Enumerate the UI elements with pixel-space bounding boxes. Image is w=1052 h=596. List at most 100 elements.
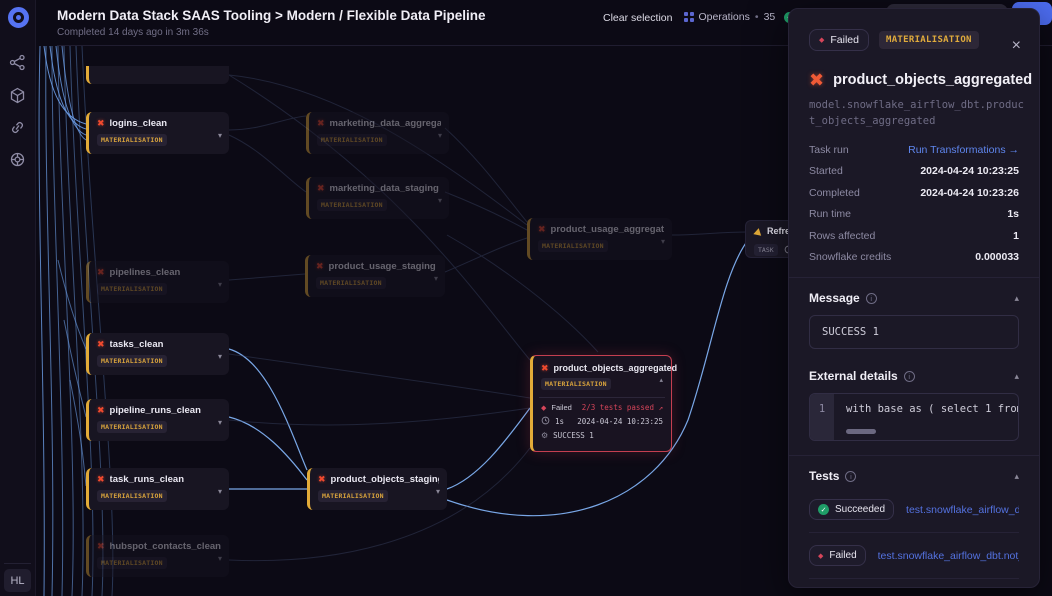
field-row: Rows affected 1 xyxy=(809,230,1019,242)
code-content: with base as ( select 1 from SNOWFLAKE xyxy=(834,394,1018,440)
dbt-icon: ✖ xyxy=(316,262,324,271)
test-status-badge: ✓ Succeeded xyxy=(809,499,894,520)
operations-label: Operations xyxy=(699,11,750,23)
message-heading: Message xyxy=(809,291,860,305)
chevron-down-icon[interactable]: ▾ xyxy=(438,196,442,205)
dbt-icon: ✖ xyxy=(97,542,105,551)
field-row: Run time 1s xyxy=(809,208,1019,220)
dag-node-product-usage-staging[interactable]: ✖ product_usage_staging ▾ MATERIALISATIO… xyxy=(305,255,445,297)
page-subtitle: Completed 14 days ago in 3m 36s xyxy=(57,27,209,38)
message-box: SUCCESS 1 xyxy=(809,315,1019,349)
chevron-down-icon[interactable]: ▾ xyxy=(661,237,665,246)
panel-divider xyxy=(789,277,1039,278)
tests-summary-link[interactable]: 2/3 tests passed ↗ xyxy=(582,403,663,412)
check-circle-icon: ✓ xyxy=(818,504,829,515)
help-lifebuoy-icon[interactable] xyxy=(9,151,27,169)
dbt-icon: ✖ xyxy=(538,225,546,234)
test-status-badge: ◆ Failed xyxy=(809,545,866,566)
model-path: model.snowflake_airflow_dbt.product_obje… xyxy=(809,97,1025,130)
clock-icon xyxy=(541,416,550,427)
tests-heading: Tests xyxy=(809,469,839,483)
dbt-icon: ✖ xyxy=(97,406,105,415)
dag-node-tasks-clean[interactable]: ✖ tasks_clean ▾ MATERIALISATION xyxy=(86,333,229,375)
dag-node-pipelines-clean[interactable]: ✖ pipelines_clean ▾ MATERIALISATION xyxy=(86,261,229,303)
failed-diamond-icon: ◆ xyxy=(819,36,824,44)
horizontal-scrollbar[interactable] xyxy=(846,429,876,434)
chevron-down-icon[interactable]: ▾ xyxy=(438,131,442,140)
dag-node-hubspot-contacts-clean[interactable]: ✖ hubspot_contacts_clean ▾ MATERIALISATI… xyxy=(86,535,229,577)
detail-panel: ◆ Failed MATERIALISATION × ✖ product_obj… xyxy=(788,8,1040,588)
clear-selection-button[interactable]: Clear selection xyxy=(603,12,672,24)
operations-filter[interactable]: Operations • 35 xyxy=(684,11,775,23)
task-run-link[interactable]: Run Transformations → xyxy=(908,144,1019,156)
chevron-down-icon[interactable]: ▾ xyxy=(218,131,222,140)
status-badge: ◆ Failed xyxy=(809,29,869,51)
chevron-down-icon[interactable]: ▾ xyxy=(434,274,438,283)
app-window: HL Modern Data Stack SAAS Tooling > Mode… xyxy=(0,0,1052,596)
dag-node-marketing-data-staging[interactable]: ✖ marketing_data_staging ▾ MATERIALISATI… xyxy=(306,177,449,219)
cube-icon[interactable] xyxy=(9,87,27,105)
collapse-icon[interactable]: ▴ xyxy=(1014,293,1019,304)
dbt-icon: ✖ xyxy=(97,119,105,128)
link-icon[interactable] xyxy=(9,119,27,137)
sidebar: HL xyxy=(0,0,36,596)
dag-node-pipeline-runs-clean[interactable]: ✖ pipeline_runs_clean ▾ MATERIALISATION xyxy=(86,399,229,441)
user-avatar[interactable]: HL xyxy=(4,569,31,592)
dbt-icon: ✖ xyxy=(318,475,326,484)
dbt-icon: ✖ xyxy=(809,71,824,89)
failed-diamond-icon: ◆ xyxy=(541,404,546,412)
gear-icon: ⚙ xyxy=(541,431,548,440)
chevron-down-icon[interactable]: ▾ xyxy=(218,554,222,563)
field-row: Completed 2024-04-24 10:23:26 xyxy=(809,187,1019,199)
dag-node-product-usage-aggregated[interactable]: ✖ product_usage_aggregated ▾ MATERIALISA… xyxy=(527,218,672,260)
collapse-icon[interactable]: ▴ xyxy=(1014,371,1019,382)
dbt-icon: ✖ xyxy=(97,475,105,484)
dag-node-product-objects-staging[interactable]: ✖ product_objects_staging ▾ MATERIALISAT… xyxy=(307,468,447,510)
panel-title: product_objects_aggregated xyxy=(833,72,1032,88)
dag-node-product-objects-aggregated-selected[interactable]: ✖ product_objects_aggregated ▴ MATERIALI… xyxy=(530,355,672,452)
page-title: Modern Data Stack SAAS Tooling > Modern … xyxy=(57,8,485,23)
materialisation-badge: MATERIALISATION xyxy=(879,31,979,49)
chevron-down-icon[interactable]: ▾ xyxy=(218,352,222,361)
dbt-icon: ✖ xyxy=(541,364,549,373)
failed-diamond-icon: ◆ xyxy=(818,552,823,560)
dag-node-marketing-data-aggregated[interactable]: ✖ marketing_data_aggregated ▾ MATERIALIS… xyxy=(306,112,449,154)
info-icon: i xyxy=(904,371,915,382)
sidebar-divider xyxy=(4,563,31,564)
node-divider xyxy=(539,397,665,398)
collapse-icon[interactable]: ▴ xyxy=(1014,471,1019,482)
test-link[interactable]: test.snowflake_airflow_dbt.not_null_pr xyxy=(878,550,1019,562)
app-logo-icon[interactable] xyxy=(8,7,29,28)
field-row: Task run Run Transformations → xyxy=(809,144,1019,156)
operations-count: 35 xyxy=(764,11,776,23)
code-block: 1 with base as ( select 1 from SNOWFLAKE xyxy=(809,393,1019,441)
dbt-icon: ✖ xyxy=(317,119,325,128)
task-icon xyxy=(753,227,762,236)
grid-icon xyxy=(684,12,694,22)
dbt-icon: ✖ xyxy=(97,268,105,277)
line-number: 1 xyxy=(810,394,834,440)
close-icon[interactable]: × xyxy=(1012,39,1021,53)
dbt-icon: ✖ xyxy=(97,340,105,349)
chevron-down-icon[interactable]: ▾ xyxy=(436,487,440,496)
test-row: ✓ Succeeded test.snowflake_airflow_dbt.u… xyxy=(809,487,1019,533)
collapse-icon[interactable]: ▴ xyxy=(659,376,663,384)
chevron-down-icon[interactable]: ▾ xyxy=(218,487,222,496)
external-details-heading: External details xyxy=(809,369,898,383)
field-row: Started 2024-04-24 10:23:25 xyxy=(809,165,1019,177)
dag-node-logins-clean[interactable]: ✖ logins_clean ▾ MATERIALISATION xyxy=(86,112,229,154)
test-row: ◆ Failed test.snowflake_airflow_dbt.not_… xyxy=(809,533,1019,579)
dot-separator: • xyxy=(755,11,759,23)
test-link[interactable]: test.snowflake_airflow_dbt.unique_pro xyxy=(906,504,1019,516)
info-icon: i xyxy=(866,293,877,304)
test-row: ✓ Succeeded test.snowflake_airflow_dbt.n… xyxy=(809,579,1019,588)
chevron-down-icon[interactable]: ▾ xyxy=(218,280,222,289)
dbt-icon: ✖ xyxy=(317,184,325,193)
info-icon: i xyxy=(845,471,856,482)
field-row: Snowflake credits 0.000033 xyxy=(809,251,1019,263)
chevron-down-icon[interactable]: ▾ xyxy=(218,418,222,427)
dag-node-partial[interactable] xyxy=(86,66,229,84)
panel-divider xyxy=(789,455,1039,456)
dag-node-task-runs-clean[interactable]: ✖ task_runs_clean ▾ MATERIALISATION xyxy=(86,468,229,510)
pipeline-graph-icon[interactable] xyxy=(9,54,27,72)
